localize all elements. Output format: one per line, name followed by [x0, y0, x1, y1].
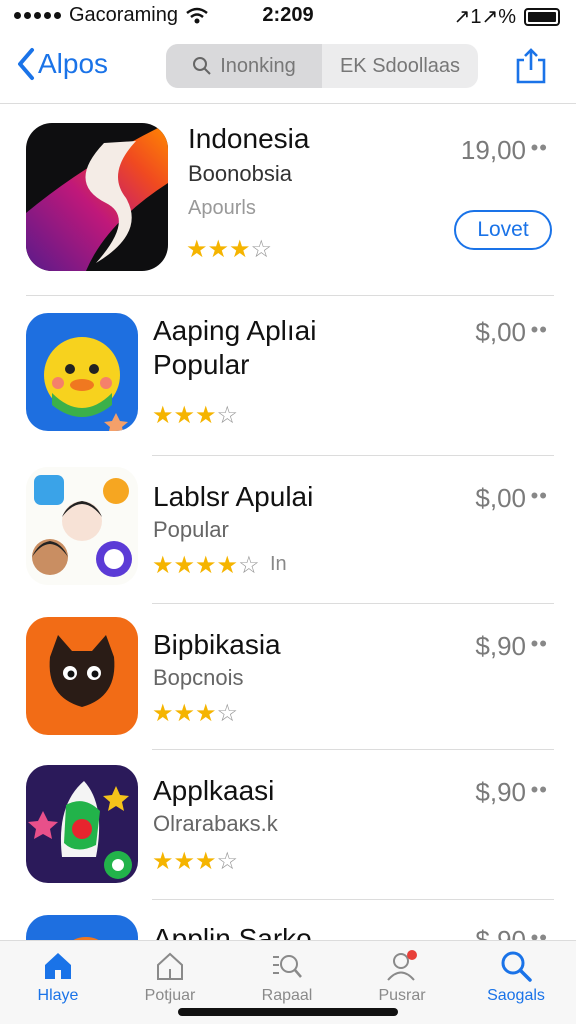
app-title-line2: Popular: [153, 349, 250, 380]
app-price: $,90: [475, 631, 526, 661]
status-bar: Gacoraming 2:209 ↗1↗%: [0, 0, 576, 30]
search-icon: [501, 951, 532, 982]
list-item[interactable]: Aaping Aplıai Popular ★★★☆ $,00 ••: [0, 295, 576, 455]
app-price: $,90: [475, 777, 526, 807]
chevron-left-icon: [18, 48, 34, 80]
tab-search[interactable]: Saogals: [466, 949, 566, 1005]
status-right-text: ↗1↗%: [453, 6, 516, 28]
segment-ranking[interactable]: Inonking: [166, 44, 322, 88]
app-subtitle: Popular: [153, 517, 229, 542]
rating-extra: In: [270, 553, 287, 575]
cat-app-icon: [26, 617, 138, 735]
share-icon[interactable]: [514, 48, 548, 84]
segment-label: Inonking: [220, 54, 296, 77]
segment-schools[interactable]: EK Sdoollaas: [322, 44, 478, 88]
rating-stars: ★★★☆: [152, 848, 239, 875]
app-subtitle: Olrarabaĸs.k: [153, 811, 278, 836]
segmented-control: Inonking EK Sdoollaas: [166, 44, 478, 88]
tab-label: Rapaal: [261, 987, 313, 1004]
rocket-app-icon: [26, 765, 138, 883]
back-label: Alpos: [38, 48, 109, 79]
app-subtitle: Bopcnois: [153, 665, 244, 690]
tab-label: Potjuar: [144, 987, 196, 1004]
app-title: Applkaasi: [153, 775, 275, 806]
more-icon[interactable]: ••: [531, 317, 548, 343]
app-price: $,00: [475, 317, 526, 347]
app-price: $,00: [475, 483, 526, 513]
more-icon[interactable]: ••: [531, 483, 548, 509]
more-icon[interactable]: ••: [531, 631, 548, 657]
app-subtitle: Boonobsia: [188, 161, 292, 186]
back-button[interactable]: Alpos: [14, 46, 108, 82]
app-title: Applin Sarko: [153, 923, 312, 940]
app-price: $,90: [475, 925, 526, 940]
list-item[interactable]: Indonesia Boonobsia Apourls ★★★☆ 19,00 •…: [0, 105, 576, 295]
home-indicator: [178, 1008, 398, 1016]
list-item[interactable]: Applkaasi Olrarabaĸs.k ★★★☆ $,90 ••: [0, 749, 576, 899]
search-list-icon: [273, 955, 302, 978]
app-list: Indonesia Boonobsia Apourls ★★★☆ 19,00 •…: [0, 105, 576, 940]
app-category: Apourls: [188, 197, 256, 219]
tab-categories[interactable]: Rapaal: [237, 949, 337, 1005]
app-title: Lablsr Apulai: [153, 481, 314, 512]
duck-app-icon: [26, 313, 138, 431]
battery-icon: [524, 7, 560, 26]
more-icon[interactable]: ••: [531, 925, 548, 940]
segment-label: EK Sdoollaas: [339, 54, 461, 77]
get-button[interactable]: Lovet: [454, 210, 552, 250]
rating-stars: ★★★☆: [152, 700, 239, 727]
tab-label: Pusrar: [378, 987, 426, 1004]
search-icon: [193, 57, 211, 75]
house-outline-icon: [157, 952, 183, 980]
tab-person[interactable]: Pusrar: [352, 949, 452, 1005]
more-icon[interactable]: ••: [531, 135, 548, 161]
app-title: Aaping Aplıai: [153, 315, 317, 346]
tab-home[interactable]: Hlaye: [8, 949, 108, 1005]
status-right: ↗1↗%: [454, 4, 560, 29]
rating-stars: ★★★★☆: [152, 552, 260, 579]
list-item[interactable]: Bipbikasia Bopcnois ★★★☆ $,90 ••: [0, 603, 576, 749]
nav-bar: Alpos Inonking EK Sdoollaas: [0, 34, 576, 104]
more-icon[interactable]: ••: [531, 777, 548, 803]
list-item[interactable]: Applin Sarko $,90 ••: [0, 899, 576, 940]
rating-stars: ★★★☆: [186, 236, 273, 263]
tab-label: Hlaye: [37, 987, 79, 1004]
person-icon: [387, 950, 417, 981]
app-price: 19,00: [460, 135, 526, 165]
home-icon: [45, 953, 71, 979]
list-item[interactable]: Lablsr Apulai Popular ★★★★☆ In $,00 ••: [0, 455, 576, 603]
app-title: Bipbikasia: [153, 629, 281, 660]
swirl-app-icon: [26, 123, 168, 271]
tab-popular[interactable]: Potjuar: [120, 949, 220, 1005]
faces-app-icon: [26, 467, 138, 585]
tab-label: Saogals: [487, 987, 545, 1004]
blue-app-icon: [26, 915, 138, 940]
rating-stars: ★★★☆: [152, 402, 239, 429]
app-title: Indonesia: [188, 123, 310, 154]
